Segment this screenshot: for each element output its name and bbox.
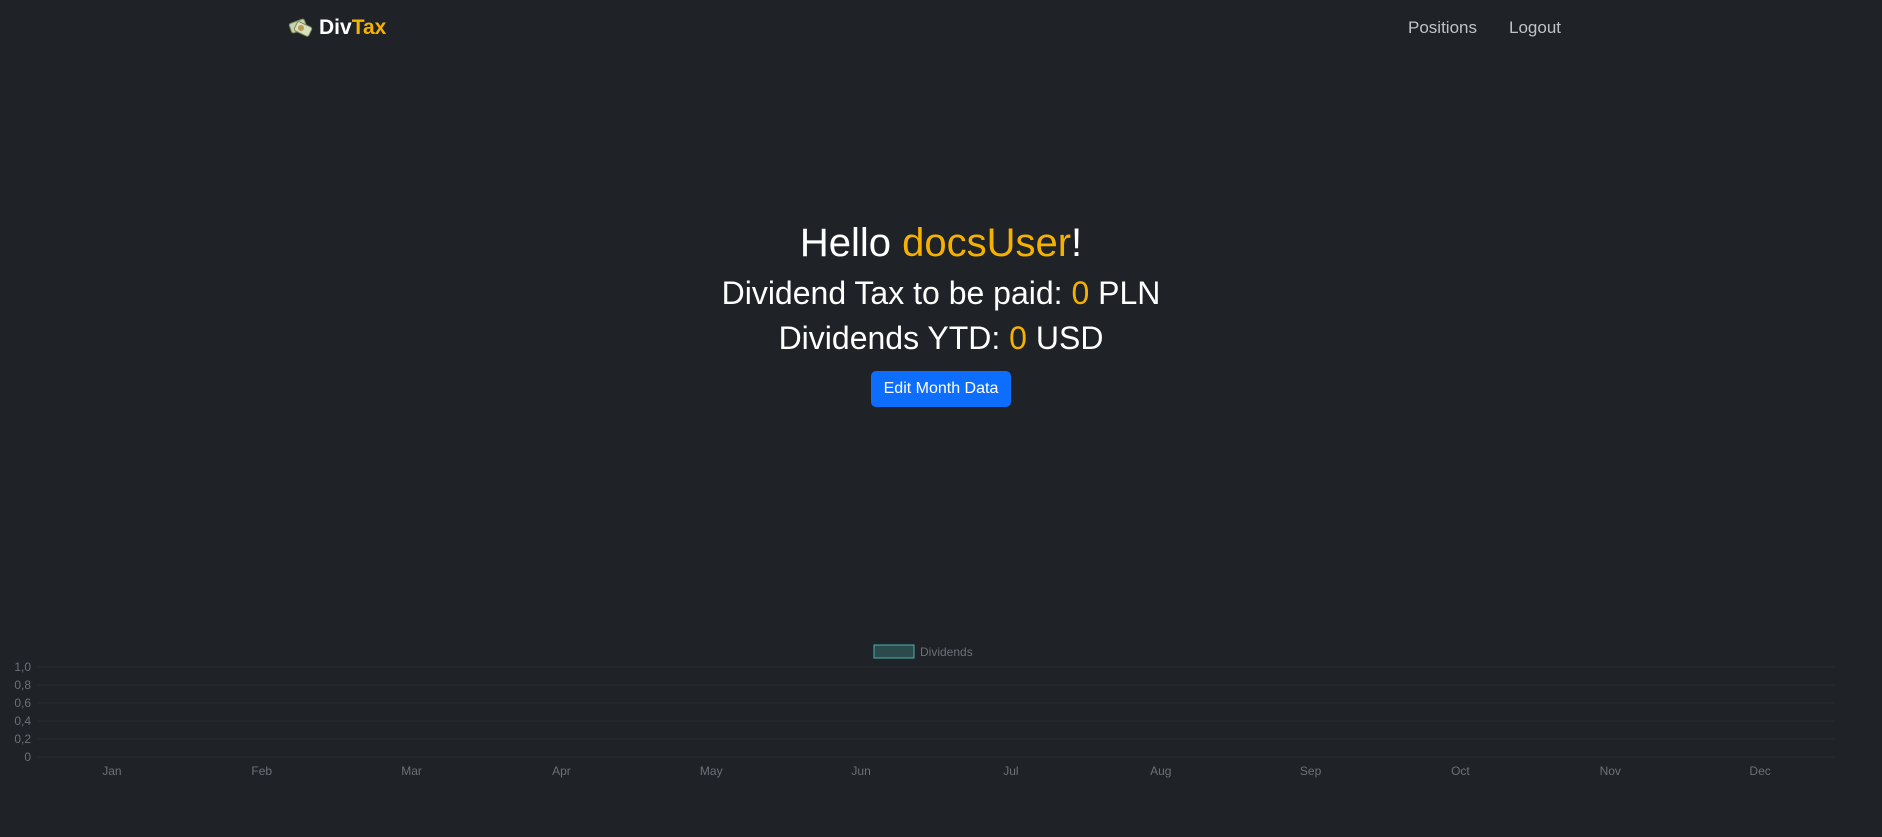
nav-links: Positions Logout	[1408, 18, 1561, 38]
ytd-value: 0	[1009, 320, 1027, 356]
nav-link-positions[interactable]: Positions	[1408, 18, 1477, 38]
greeting-heading: Hello docsUser!	[0, 215, 1882, 271]
x-tick-label: Dec	[1749, 764, 1770, 778]
username: docsUser	[902, 221, 1072, 265]
x-tick-label: Aug	[1150, 764, 1171, 778]
legend-swatch	[873, 644, 915, 659]
brand-name-part2: Tax	[351, 16, 387, 39]
x-tick-label: Jun	[851, 764, 870, 778]
y-tick-label: 0,8	[14, 678, 31, 692]
nav-link-logout[interactable]: Logout	[1509, 18, 1561, 38]
x-tick-label: Jul	[1003, 764, 1018, 778]
dividends-chart: Dividends 1,0 0,8 0,6 0,4 0,2 0 Jan Feb Mar Apr May…	[0, 638, 1882, 788]
brand-link[interactable]: Div Tax	[288, 15, 386, 41]
x-tick-label: Feb	[251, 764, 272, 778]
navbar: Div Tax Positions Logout	[0, 0, 1882, 58]
legend-label: Dividends	[920, 645, 973, 659]
ytd-label: Dividends YTD:	[778, 320, 1010, 356]
y-tick-label: 1,0	[14, 660, 31, 674]
x-tick-label: Oct	[1451, 764, 1470, 778]
x-tick-label: Jan	[102, 764, 121, 778]
greeting-prefix: Hello	[799, 221, 903, 265]
y-tick-label: 0	[24, 750, 31, 764]
tax-label: Dividend Tax to be paid:	[721, 275, 1072, 311]
x-tick-label: Sep	[1300, 764, 1322, 778]
edit-month-data-button[interactable]: Edit Month Data	[870, 371, 1012, 407]
tax-value: 0	[1071, 275, 1090, 311]
x-tick-label: May	[700, 764, 723, 778]
x-tick-label: Apr	[552, 764, 571, 778]
y-tick-label: 0,6	[14, 696, 31, 710]
ytd-currency: USD	[1026, 320, 1104, 356]
y-tick-label: 0,2	[14, 732, 31, 746]
hero-section: Hello docsUser! Dividend Tax to be paid:…	[0, 215, 1882, 407]
x-tick-label: Nov	[1600, 764, 1621, 778]
y-tick-label: 0,4	[14, 714, 31, 728]
brand-name-part1: Div	[319, 16, 352, 39]
x-tick-label: Mar	[401, 764, 422, 778]
tax-summary: Dividend Tax to be paid: 0 PLN	[0, 271, 1882, 316]
chart-canvas: Dividends 1,0 0,8 0,6 0,4 0,2 0 Jan Feb Mar Apr May…	[14, 644, 1835, 778]
tax-currency: PLN	[1089, 275, 1161, 311]
greeting-suffix: !	[1071, 221, 1083, 265]
money-bundle-icon	[288, 18, 313, 37]
ytd-summary: Dividends YTD: 0 USD	[0, 316, 1882, 361]
